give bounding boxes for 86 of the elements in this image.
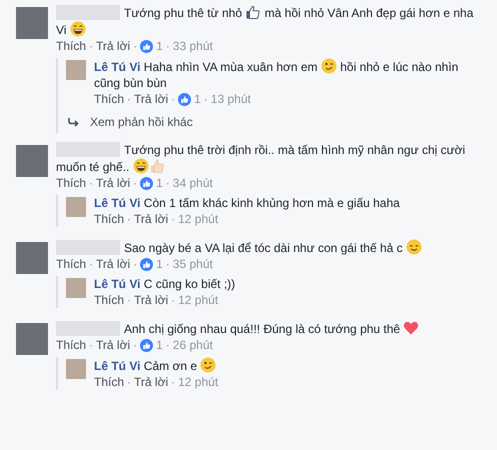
separator-dot: · <box>89 176 94 191</box>
thumbs-up-icon <box>245 4 262 20</box>
action-link[interactable]: Thích <box>94 212 124 227</box>
separator-dot: · <box>127 212 132 227</box>
comment-time: 12 phút <box>178 212 218 227</box>
like-reaction-icon <box>140 339 154 352</box>
comment-text: Sao ngày bé a VA lại để tóc dài như con gái thế hả c <box>56 239 487 256</box>
thumbs-up-icon <box>148 158 165 174</box>
reply-text: Lê Tú Vi C cũng ko biết ;)) <box>94 276 236 292</box>
action-link[interactable]: Trả lời <box>96 257 130 272</box>
like-count: 1 <box>156 176 163 191</box>
comment-time: 26 phút <box>172 338 213 353</box>
like-count: 1 <box>156 338 163 353</box>
separator-dot: · <box>171 375 176 390</box>
smiling-face-icon <box>406 239 422 255</box>
separator-dot: · <box>166 39 170 54</box>
comment-text: Tướng phu thê trời định rồi.. mà tấm hình mỹ nhân ngư chị cười muốn té ghế.. <box>56 142 466 175</box>
author-link[interactable]: Lê Tú Vi <box>94 196 140 210</box>
winking-face-icon <box>320 58 337 74</box>
separator-dot: · <box>166 338 170 353</box>
reply-text: Lê Tú Vi Cảm ơn e <box>94 357 487 374</box>
avatar-placeholder[interactable] <box>66 60 86 80</box>
separator-dot: · <box>133 338 138 353</box>
avatar-placeholder[interactable] <box>16 242 48 274</box>
comment-time: 34 phút <box>172 176 213 191</box>
avatar-placeholder[interactable] <box>66 359 86 379</box>
action-link[interactable]: Thích <box>56 39 86 54</box>
separator-dot: · <box>133 257 138 272</box>
blurred-name <box>56 5 120 20</box>
separator-dot: · <box>171 293 176 308</box>
comment-text: Anh chị giống nhau quá!!! Đúng là có tướng phu thê <box>56 320 487 337</box>
separator-dot: · <box>127 92 132 107</box>
action-link[interactable]: Trả lời <box>134 212 168 227</box>
comment-time: 33 phút <box>172 39 213 54</box>
action-link[interactable]: Thích <box>56 176 86 191</box>
separator-dot: · <box>166 257 170 272</box>
avatar-placeholder[interactable] <box>66 278 86 298</box>
separator-dot: · <box>171 92 176 107</box>
more-replies-link[interactable]: Xem phản hồi khác <box>90 113 193 131</box>
separator-dot: · <box>89 39 94 54</box>
comment-time: 13 phút <box>210 92 251 107</box>
comment-time: 35 phút <box>172 257 213 272</box>
action-link[interactable]: Thích <box>94 293 124 308</box>
avatar-placeholder[interactable] <box>16 323 48 355</box>
separator-dot: · <box>171 212 176 227</box>
like-count: 1 <box>156 39 163 54</box>
winking-face-icon <box>200 357 216 373</box>
like-reaction-icon <box>140 40 154 53</box>
action-link[interactable]: Thích <box>94 375 124 390</box>
comment-time: 12 phút <box>178 375 218 390</box>
separator-dot: · <box>204 92 208 107</box>
separator-dot: · <box>127 375 132 390</box>
action-link[interactable]: Trả lời <box>134 92 168 107</box>
laughing-face-icon <box>70 21 86 37</box>
reply-text: Lê Tú Vi Haha nhìn VA mùa xuân hơn em hồi nhỏ e lúc nào nhìn cũng bùn bùn <box>94 58 460 91</box>
like-reaction-icon <box>140 177 154 190</box>
action-link[interactable]: Trả lời <box>134 293 168 308</box>
separator-dot: · <box>133 176 138 191</box>
action-link[interactable]: Thích <box>56 257 86 272</box>
comment-time: 12 phút <box>178 293 218 308</box>
avatar-placeholder[interactable] <box>16 145 48 177</box>
like-count: 1 <box>194 92 201 107</box>
author-link[interactable]: Lê Tú Vi <box>94 277 140 291</box>
author-link[interactable]: Lê Tú Vi <box>94 60 140 74</box>
like-reaction-icon <box>178 93 192 106</box>
reply-arrow-icon <box>68 117 80 127</box>
like-reaction-icon <box>140 258 154 271</box>
action-link[interactable]: Trả lời <box>134 375 168 390</box>
action-link[interactable]: Trả lời <box>96 39 130 54</box>
reply-text: Lê Tú Vi Còn 1 tấm khác kinh khủng hơn mà e giấu haha <box>94 195 401 211</box>
heart-icon <box>403 320 420 336</box>
laughing-face-icon <box>132 158 149 174</box>
separator-dot: · <box>166 176 170 191</box>
action-link[interactable]: Trả lời <box>96 338 130 353</box>
separator-dot: · <box>89 257 94 272</box>
action-link[interactable]: Trả lời <box>96 176 130 191</box>
avatar-placeholder[interactable] <box>66 197 86 217</box>
separator-dot: · <box>127 293 132 308</box>
avatar-placeholder[interactable] <box>16 7 48 39</box>
author-link[interactable]: Lê Tú Vi <box>94 359 140 373</box>
like-count: 1 <box>156 257 163 272</box>
separator-dot: · <box>133 39 138 54</box>
action-link[interactable]: Thích <box>94 92 124 107</box>
comment-text: Tướng phu thê từ nhỏ mà hồi nhỏ Vân Anh đẹp gái hơn e nha Vi <box>56 4 474 38</box>
separator-dot: · <box>89 338 94 353</box>
action-link[interactable]: Thích <box>56 338 86 353</box>
